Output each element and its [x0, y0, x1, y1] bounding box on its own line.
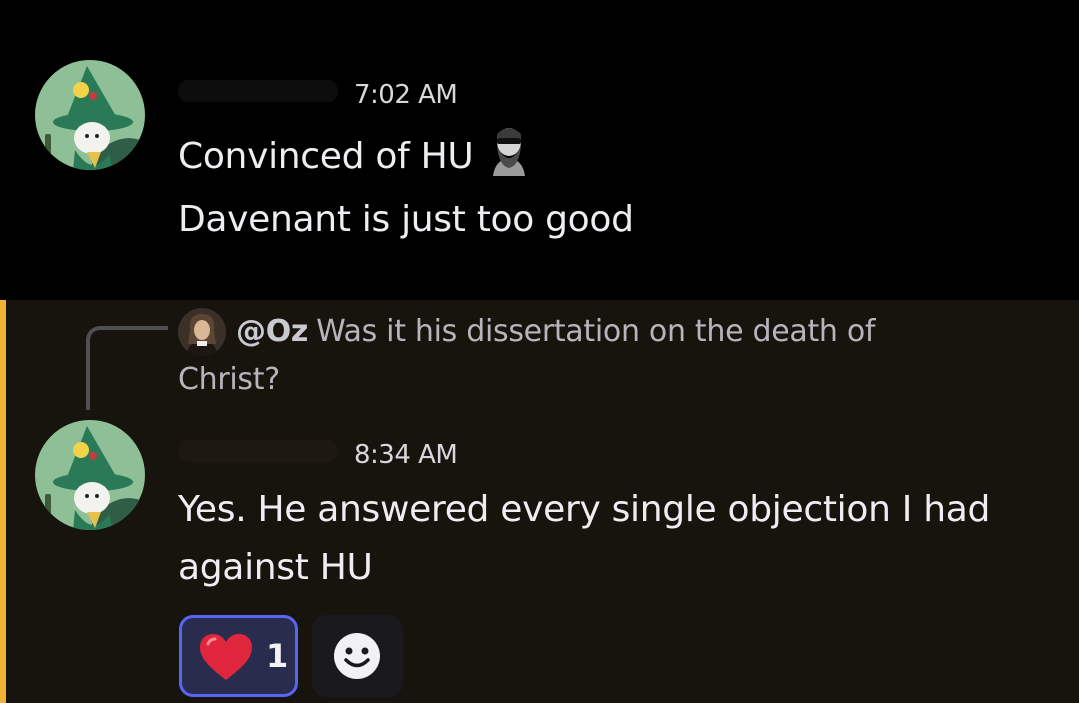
message-text: Yes. He answered every single objection … — [178, 489, 991, 530]
message-text-line: Convinced of HU — [178, 128, 539, 188]
author-avatar[interactable] — [35, 420, 145, 530]
reply-preview-text-continued: Christ? — [178, 362, 280, 397]
add-reaction-button[interactable] — [312, 615, 403, 697]
message-timestamp: 8:34 AM — [354, 440, 458, 470]
reply-author-avatar[interactable] — [178, 308, 226, 356]
reply-connector-line — [86, 326, 168, 410]
message-text: Convinced of HU — [178, 136, 474, 177]
reply-preview-text: Was it his dissertation on the death of — [316, 314, 876, 349]
reaction-count: 1 — [266, 637, 289, 675]
smiley-icon — [334, 633, 380, 679]
bearded-man-sunglasses-emoji[interactable] — [479, 120, 539, 180]
reaction-heart-button[interactable]: 1 — [179, 615, 298, 697]
message-1 — [0, 0, 1079, 300]
message-timestamp: 7:02 AM — [354, 80, 458, 110]
message-text: against HU — [178, 547, 373, 588]
message-text: Davenant is just too good — [178, 199, 634, 240]
heart-emoji — [200, 634, 252, 680]
chat-screen: 7:02 AM Convinced of HU Davenant is just… — [0, 0, 1079, 703]
reply-mention[interactable]: @Oz — [236, 314, 308, 349]
author-username-redacted[interactable] — [178, 80, 338, 102]
mention-highlight-bar — [0, 300, 6, 703]
author-avatar[interactable] — [35, 60, 145, 170]
author-username-redacted[interactable] — [178, 440, 338, 462]
reply-preview[interactable]: @Oz Was it his dissertation on the death … — [178, 308, 1018, 404]
